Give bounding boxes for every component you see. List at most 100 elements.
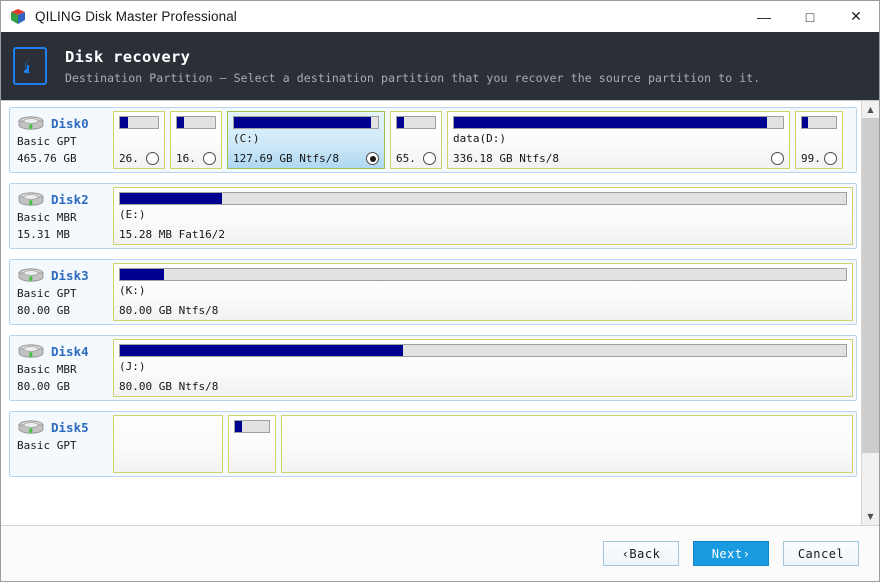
partition-usage-fill: [454, 117, 767, 128]
hard-disk-icon: [17, 191, 47, 208]
partition-size-label: 16.: [176, 152, 196, 165]
partition-usage-fill: [234, 117, 371, 128]
disk-row: Disk3 Basic GPT 80.00 GB (K:) 80.00 GB Ntfs/…: [9, 259, 857, 325]
hard-disk-icon: [17, 343, 47, 360]
disk-list: Disk0 Basic GPT 465.76 GB 26. 16. (C:) 127.69 …: [1, 101, 861, 525]
hard-disk-icon: [17, 419, 47, 436]
partition-select-radio[interactable]: [366, 152, 379, 165]
partition-box[interactable]: (J:) 80.00 GB Ntfs/8: [113, 339, 853, 397]
partition-box[interactable]: (K:) 80.00 GB Ntfs/8: [113, 263, 853, 321]
partition-footer: 127.69 GB Ntfs/8: [233, 152, 379, 165]
vertical-scrollbar[interactable]: ▲ ▼: [861, 101, 879, 525]
disk-capacity: 15.31 MB: [17, 228, 70, 241]
disk-info: Disk2 Basic MBR 15.31 MB: [13, 187, 113, 245]
disk-type: Basic MBR: [17, 363, 77, 376]
partition-strip: (K:) 80.00 GB Ntfs/8: [113, 263, 853, 321]
close-button[interactable]: ✕: [833, 1, 879, 32]
partition-select-radio[interactable]: [423, 152, 436, 165]
partition-box[interactable]: 16.: [170, 111, 222, 169]
disk-label: Disk2: [51, 191, 89, 207]
partition-usage-fill: [120, 193, 222, 204]
recovery-arrow-icon: [13, 47, 47, 85]
cancel-button[interactable]: Cancel: [783, 541, 859, 566]
disk-label: Disk0: [51, 115, 89, 131]
partition-box[interactable]: [113, 415, 223, 473]
partition-select-radio[interactable]: [203, 152, 216, 165]
partition-strip: (E:) 15.28 MB Fat16/2: [113, 187, 853, 245]
disk-row: Disk2 Basic MBR 15.31 MB (E:) 15.28 MB Fat16…: [9, 183, 857, 249]
partition-select-radio[interactable]: [771, 152, 784, 165]
partition-usage-bar: [119, 116, 159, 129]
partition-box[interactable]: (E:) 15.28 MB Fat16/2: [113, 187, 853, 245]
content-area: Disk0 Basic GPT 465.76 GB 26. 16. (C:) 127.69 …: [1, 100, 879, 525]
partition-footer: 80.00 GB Ntfs/8: [119, 380, 847, 393]
disk-label: Disk5: [51, 419, 89, 435]
partition-size-label: 80.00 GB Ntfs/8: [119, 380, 219, 393]
maximize-button[interactable]: □: [787, 1, 833, 32]
disk-name-line: Disk4: [17, 341, 113, 361]
partition-size-label: 127.69 GB Ntfs/8: [233, 152, 339, 165]
partition-size-label: 15.28 MB Fat16/2: [119, 228, 225, 241]
partition-box[interactable]: 65.: [390, 111, 442, 169]
partition-footer: 26.: [119, 152, 159, 165]
disk-info: Disk0 Basic GPT 465.76 GB: [13, 111, 113, 169]
partition-drive-label: (K:): [119, 284, 146, 297]
partition-box[interactable]: 99.: [795, 111, 843, 169]
partition-size-label: 80.00 GB Ntfs/8: [119, 304, 219, 317]
partition-usage-fill: [397, 117, 404, 128]
window-title: QILING Disk Master Professional: [35, 9, 237, 24]
partition-footer: 16.: [176, 152, 216, 165]
footer-button-bar: ‹Back Next› Cancel: [1, 525, 879, 581]
disk-info: Disk5 Basic GPT: [13, 415, 113, 473]
partition-usage-fill: [120, 117, 129, 128]
partition-usage-fill: [802, 117, 809, 128]
disk-type: Basic MBR: [17, 211, 77, 224]
partition-footer: 15.28 MB Fat16/2: [119, 228, 847, 241]
partition-size-label: 99.: [801, 152, 820, 165]
next-button[interactable]: Next›: [693, 541, 769, 566]
partition-select-radio[interactable]: [824, 152, 837, 165]
scrollbar-thumb[interactable]: [862, 118, 879, 454]
scroll-up-arrow-icon[interactable]: ▲: [862, 101, 879, 118]
partition-drive-label: (C:): [233, 132, 260, 145]
banner-text-group: Disk recovery Destination Partition — Se…: [65, 48, 760, 85]
title-bar: QILING Disk Master Professional — □ ✕: [1, 1, 879, 32]
partition-usage-fill: [120, 269, 164, 280]
partition-select-radio[interactable]: [146, 152, 159, 165]
page-header-banner: Disk recovery Destination Partition — Se…: [1, 32, 879, 100]
partition-usage-bar: [119, 192, 847, 205]
partition-box[interactable]: [228, 415, 276, 473]
partition-drive-label: (E:): [119, 208, 146, 221]
minimize-button[interactable]: —: [741, 1, 787, 32]
disk-type: Basic GPT: [17, 135, 77, 148]
partition-size-label: 65.: [396, 152, 416, 165]
disk-info: Disk3 Basic GPT 80.00 GB: [13, 263, 113, 321]
partition-footer: 65.: [396, 152, 436, 165]
disk-capacity: 80.00 GB: [17, 304, 70, 317]
partition-drive-label: (J:): [119, 360, 146, 373]
partition-box[interactable]: (C:) 127.69 GB Ntfs/8: [227, 111, 385, 169]
partition-footer: 80.00 GB Ntfs/8: [119, 304, 847, 317]
disk-label: Disk4: [51, 343, 89, 359]
partition-strip: 26. 16. (C:) 127.69 GB Ntfs/8 65. data(D:) 336…: [113, 111, 853, 169]
partition-box[interactable]: 26.: [113, 111, 165, 169]
partition-strip: [113, 415, 853, 473]
scrollbar-track[interactable]: [862, 118, 879, 508]
partition-usage-bar: [801, 116, 837, 129]
partition-usage-bar: [234, 420, 270, 433]
hard-disk-icon: [17, 115, 47, 132]
disk-name-line: Disk5: [17, 417, 113, 437]
disk-label: Disk3: [51, 267, 89, 283]
disk-type: Basic GPT: [17, 439, 77, 452]
disk-name-line: Disk0: [17, 113, 113, 133]
partition-size-label: 336.18 GB Ntfs/8: [453, 152, 559, 165]
window-controls: — □ ✕: [741, 1, 879, 32]
disk-type: Basic GPT: [17, 287, 77, 300]
disk-row: Disk4 Basic MBR 80.00 GB (J:) 80.00 GB Ntfs/…: [9, 335, 857, 401]
partition-box[interactable]: data(D:) 336.18 GB Ntfs/8: [447, 111, 790, 169]
scroll-down-arrow-icon[interactable]: ▼: [862, 508, 879, 525]
disk-name-line: Disk2: [17, 189, 113, 209]
back-button[interactable]: ‹Back: [603, 541, 679, 566]
partition-usage-bar: [119, 268, 847, 281]
partition-box[interactable]: [281, 415, 853, 473]
